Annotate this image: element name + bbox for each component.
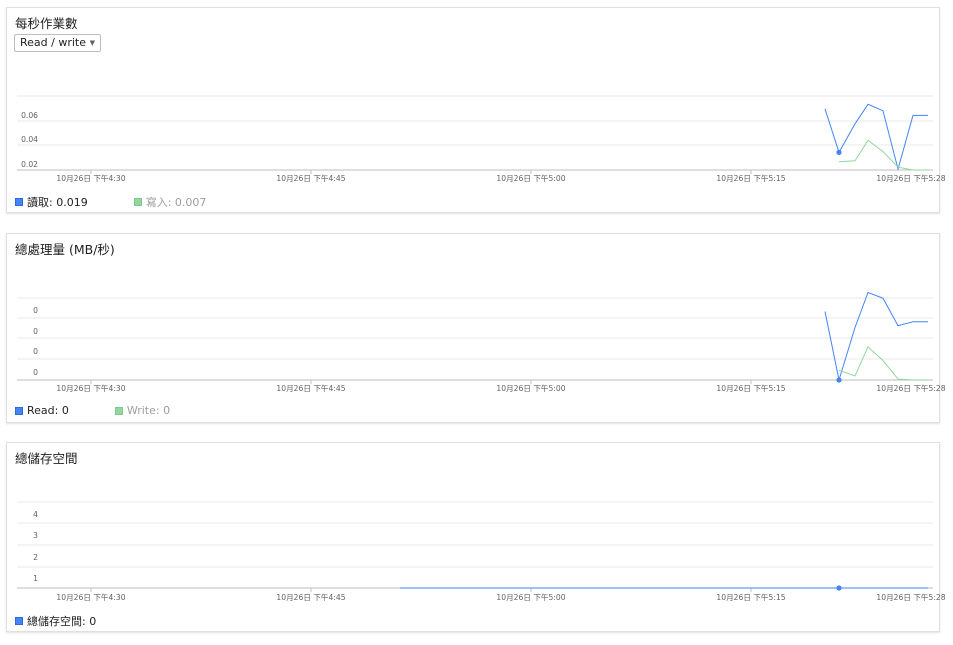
chart-legend: 讀取: 0.019 寫入: 0.007 [15,194,252,210]
y-tick-label: 4 [33,510,38,519]
y-tick-label: 0 [33,306,38,315]
series-line-primary [824,291,928,381]
y-tick-label: 2 [33,553,38,562]
throughput-chart[interactable]: 0 0 0 0 10月26日 下午4:30 10月26日 下午4:45 10月26日 下午5… [7,234,946,399]
hover-point [836,585,842,591]
x-tick-label: 10月26日 下午4:45 [276,383,345,393]
legend-swatch-read [15,198,23,206]
legend-label-storage: 總儲存空間: 0 [27,615,97,628]
total-storage-card: 總儲存空間 1 2 3 4 10月26日 下午4:30 10月26日 下午4:45 10月2… [6,442,946,632]
y-tick-label: 1 [33,574,38,583]
legend-label-read: 讀取: 0.019 [27,196,88,209]
legend-label-read: Read: 0 [27,404,69,417]
series-line-primary [824,103,928,172]
chart-legend: 總儲存空間: 0 [15,613,142,629]
y-tick-label: 0.04 [21,135,38,144]
y-tick-label: 0.02 [21,160,38,169]
y-tick-label: 0 [33,327,38,336]
operations-per-second-card: 每秒作業數 Read / write ▼ 0.02 0.04 0.06 10月26日 … [6,7,946,213]
y-tick-label: 0 [33,347,38,356]
legend-item-storage[interactable]: 總儲存空間: 0 [15,613,96,629]
x-tick-label: 10月26日 下午5:28 [876,173,945,183]
x-tick-label: 10月26日 下午4:30 [56,173,125,183]
y-tick-label: 0.06 [21,111,38,120]
x-tick-label: 10月26日 下午5:28 [876,592,945,602]
y-tick-label: 3 [33,531,38,540]
y-tick-label: 0 [33,368,38,377]
legend-item-write[interactable]: Write: 0 [114,404,171,417]
x-tick-label: 10月26日 下午4:45 [276,173,345,183]
legend-swatch-storage [15,617,23,625]
x-tick-label: 10月26日 下午5:00 [496,383,565,393]
legend-swatch-write [114,406,123,415]
x-tick-label: 10月26日 下午5:15 [716,592,785,602]
x-tick-label: 10月26日 下午5:28 [876,383,945,393]
legend-label-write: Write: 0 [126,404,171,417]
x-tick-label: 10月26日 下午4:45 [276,592,345,602]
x-tick-label: 10月26日 下午4:30 [56,383,125,393]
legend-item-read[interactable]: 讀取: 0.019 [15,194,88,210]
legend-swatch-read [15,406,23,415]
x-tick-label: 10月26日 下午5:00 [496,173,565,183]
throughput-card: 總處理量 (MB/秒) 0 0 0 0 10月26日 下午4:30 10月26日 下午4:… [6,233,946,423]
x-tick-label: 10月26日 下午4:30 [56,592,125,602]
legend-item-write[interactable]: 寫入: 0.007 [133,194,207,210]
x-tick-label: 10月26日 下午5:15 [716,173,785,183]
legend-swatch-write [133,198,142,206]
legend-item-read[interactable]: Read: 0 [15,404,69,417]
x-tick-label: 10月26日 下午5:15 [716,383,785,393]
storage-chart[interactable]: 1 2 3 4 10月26日 下午4:30 10月26日 下午4:45 10月26日 下午5… [7,443,946,608]
legend-label-write: 寫入: 0.007 [145,196,207,209]
x-tick-label: 10月26日 下午5:00 [496,592,565,602]
series-line-secondary [838,345,928,381]
hover-point [836,149,842,155]
operations-chart[interactable]: 0.02 0.04 0.06 10月26日 下午4:30 10月26日 下午4:45 10… [7,8,946,188]
hover-point [836,377,842,383]
chart-legend: Read: 0 Write: 0 [15,404,216,417]
